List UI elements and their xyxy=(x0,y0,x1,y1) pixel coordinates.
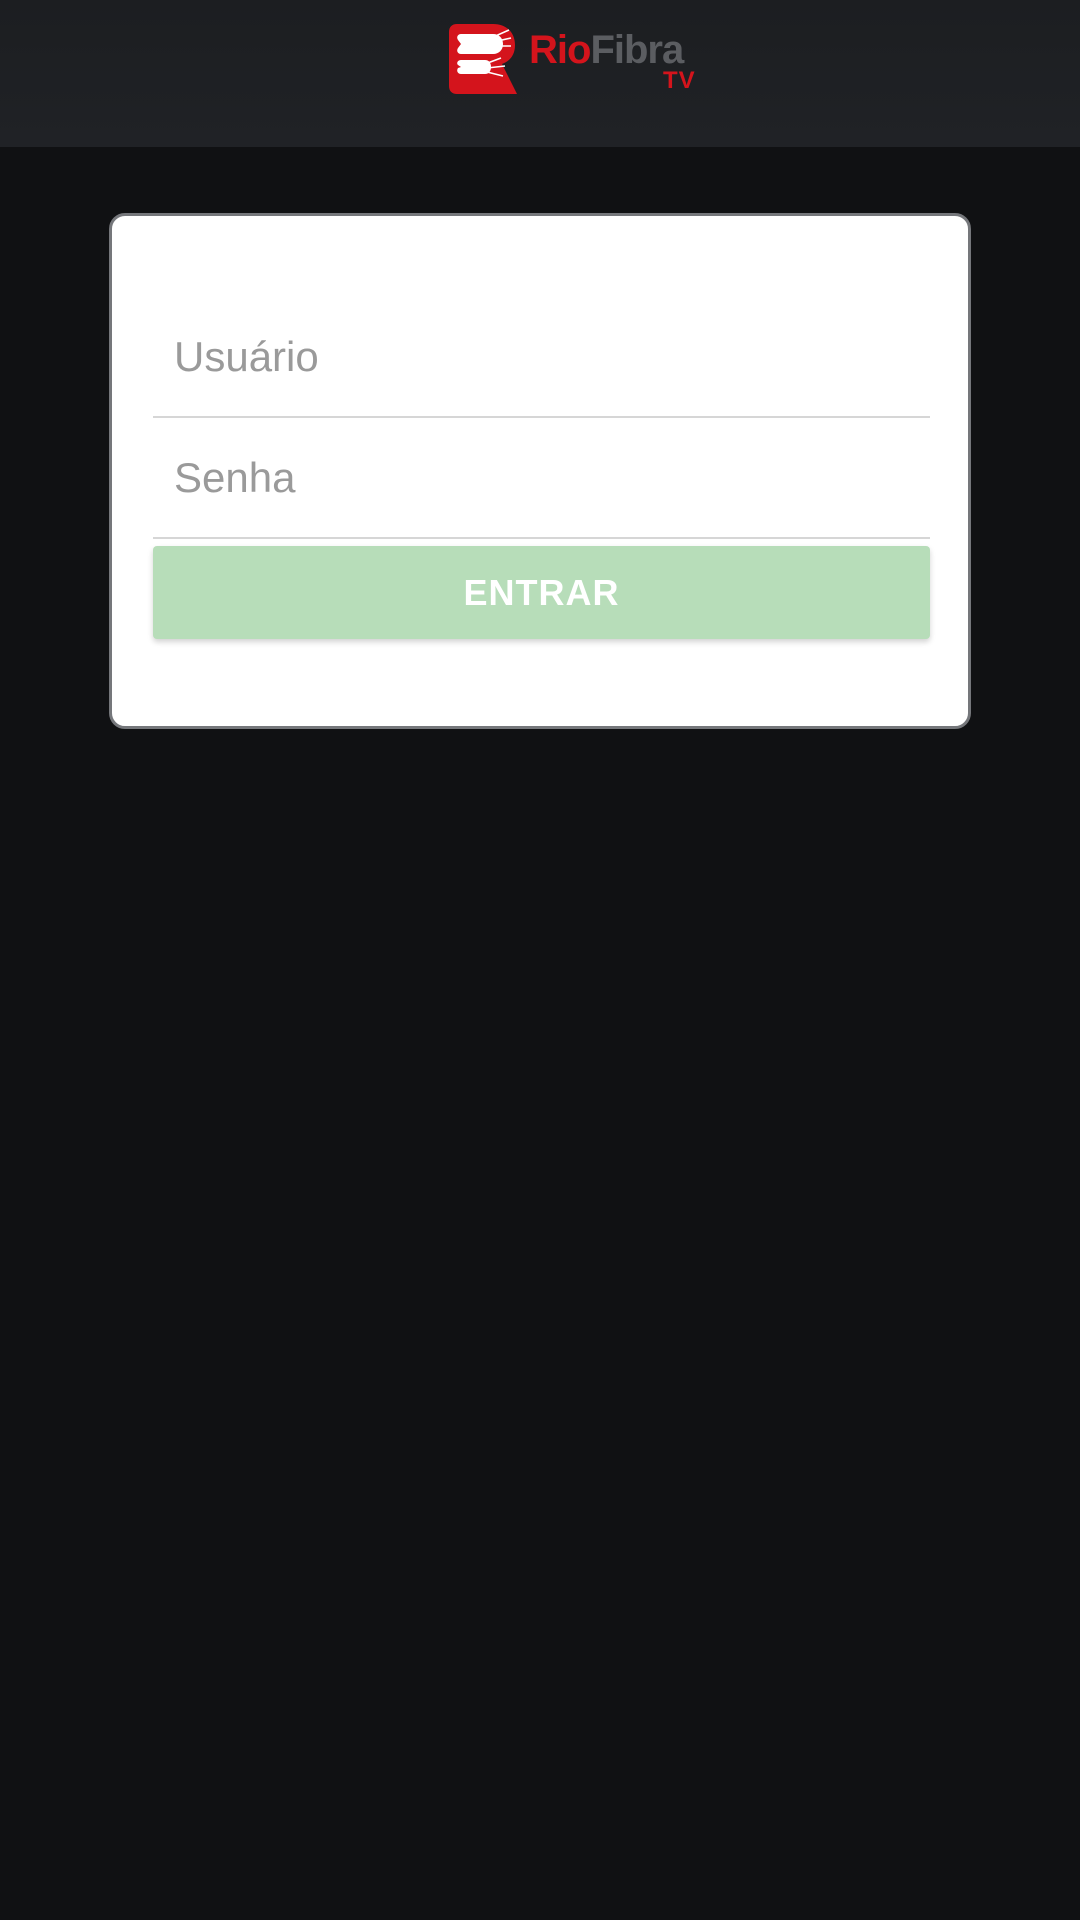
username-field-container xyxy=(153,298,930,418)
riofibra-r-logo-icon xyxy=(449,24,517,94)
logo-word-tv: TV xyxy=(663,67,696,94)
logo-word-rio: Rio xyxy=(529,28,591,72)
login-card: ENTRAR xyxy=(109,213,971,729)
password-field-container xyxy=(153,419,930,539)
app-header: RioFibra TV xyxy=(0,0,1080,147)
logo-wordmark: RioFibra xyxy=(529,28,684,72)
username-input[interactable] xyxy=(153,298,930,416)
logo-word-fibra: Fibra xyxy=(590,28,684,72)
riofibra-tv-logo: RioFibra TV xyxy=(449,24,703,96)
login-button[interactable]: ENTRAR xyxy=(153,546,930,639)
password-input[interactable] xyxy=(153,419,930,537)
